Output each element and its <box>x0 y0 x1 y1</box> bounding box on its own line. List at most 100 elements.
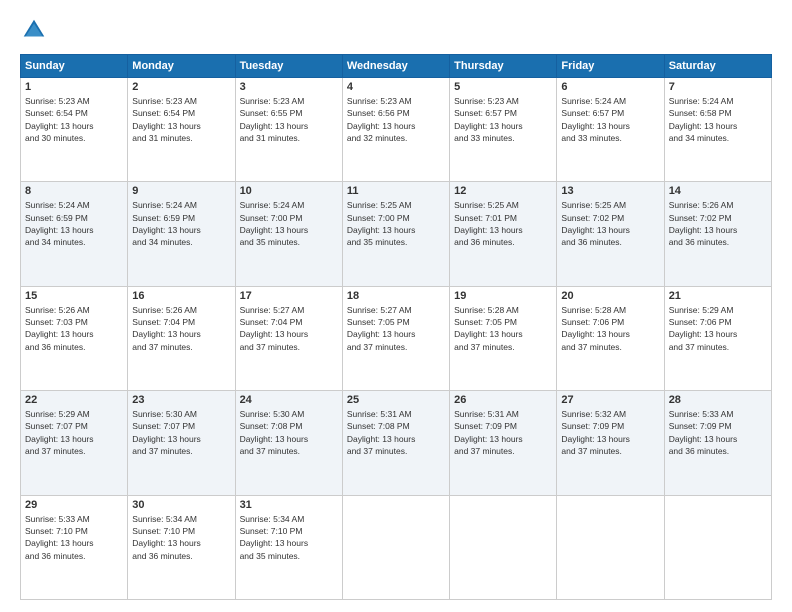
header <box>20 16 772 44</box>
calendar-week-5: 29 Sunrise: 5:33 AM Sunset: 7:10 PM Dayli… <box>21 495 772 599</box>
calendar-cell-21: 21Sunrise: 5:29 AM Sunset: 7:06 PM Dayli… <box>664 286 771 390</box>
day-number: 14 <box>669 185 767 197</box>
day-number: 6 <box>561 81 659 93</box>
day-number: 19 <box>454 290 552 302</box>
calendar-cell-2: 2 Sunrise: 5:23 AM Sunset: 6:54 PM Daylig… <box>128 78 235 182</box>
cell-content: Sunrise: 5:27 AM Sunset: 7:05 PM Dayligh… <box>347 304 445 353</box>
calendar-cell-5: 5 Sunrise: 5:23 AM Sunset: 6:57 PM Daylig… <box>450 78 557 182</box>
calendar-header-tuesday: Tuesday <box>235 55 342 78</box>
calendar-cell-7: 7Sunrise: 5:24 AM Sunset: 6:58 PM Daylig… <box>664 78 771 182</box>
day-number: 27 <box>561 394 659 406</box>
calendar-cell-25: 25 Sunrise: 5:31 AM Sunset: 7:08 PM Dayli… <box>342 391 449 495</box>
cell-content: Sunrise: 5:23 AM Sunset: 6:57 PM Dayligh… <box>454 95 552 144</box>
day-number: 1 <box>25 81 123 93</box>
calendar-header-row: SundayMondayTuesdayWednesdayThursdayFrid… <box>21 55 772 78</box>
calendar-table: SundayMondayTuesdayWednesdayThursdayFrid… <box>20 54 772 600</box>
day-number: 25 <box>347 394 445 406</box>
day-number: 4 <box>347 81 445 93</box>
logo-icon <box>20 16 48 44</box>
cell-content: Sunrise: 5:24 AM Sunset: 6:57 PM Dayligh… <box>561 95 659 144</box>
calendar-week-2: 8 Sunrise: 5:24 AM Sunset: 6:59 PM Daylig… <box>21 182 772 286</box>
day-number: 2 <box>132 81 230 93</box>
cell-content: Sunrise: 5:32 AM Sunset: 7:09 PM Dayligh… <box>561 408 659 457</box>
calendar-cell-24: 24Sunrise: 5:30 AM Sunset: 7:08 PM Dayli… <box>235 391 342 495</box>
day-number: 20 <box>561 290 659 302</box>
cell-content: Sunrise: 5:29 AM Sunset: 7:07 PM Dayligh… <box>25 408 123 457</box>
calendar-week-1: 1 Sunrise: 5:23 AM Sunset: 6:54 PM Daylig… <box>21 78 772 182</box>
day-number: 10 <box>240 185 338 197</box>
day-number: 30 <box>132 499 230 511</box>
calendar-cell-3: 3 Sunrise: 5:23 AM Sunset: 6:55 PM Daylig… <box>235 78 342 182</box>
day-number: 17 <box>240 290 338 302</box>
day-number: 31 <box>240 499 338 511</box>
calendar-cell-1: 1 Sunrise: 5:23 AM Sunset: 6:54 PM Daylig… <box>21 78 128 182</box>
calendar-cell-15: 15Sunrise: 5:26 AM Sunset: 7:03 PM Dayli… <box>21 286 128 390</box>
calendar-cell-empty <box>342 495 449 599</box>
calendar-cell-22: 22 Sunrise: 5:29 AM Sunset: 7:07 PM Dayli… <box>21 391 128 495</box>
cell-content: Sunrise: 5:33 AM Sunset: 7:10 PM Dayligh… <box>25 513 123 562</box>
cell-content: Sunrise: 5:23 AM Sunset: 6:54 PM Dayligh… <box>25 95 123 144</box>
cell-content: Sunrise: 5:31 AM Sunset: 7:08 PM Dayligh… <box>347 408 445 457</box>
day-number: 8 <box>25 185 123 197</box>
cell-content: Sunrise: 5:24 AM Sunset: 6:58 PM Dayligh… <box>669 95 767 144</box>
cell-content: Sunrise: 5:23 AM Sunset: 6:56 PM Dayligh… <box>347 95 445 144</box>
calendar-week-4: 22 Sunrise: 5:29 AM Sunset: 7:07 PM Dayli… <box>21 391 772 495</box>
cell-content: Sunrise: 5:28 AM Sunset: 7:05 PM Dayligh… <box>454 304 552 353</box>
cell-content: Sunrise: 5:25 AM Sunset: 7:01 PM Dayligh… <box>454 199 552 248</box>
cell-content: Sunrise: 5:30 AM Sunset: 7:07 PM Dayligh… <box>132 408 230 457</box>
calendar-cell-26: 26 Sunrise: 5:31 AM Sunset: 7:09 PM Dayli… <box>450 391 557 495</box>
cell-content: Sunrise: 5:34 AM Sunset: 7:10 PM Dayligh… <box>132 513 230 562</box>
cell-content: Sunrise: 5:27 AM Sunset: 7:04 PM Dayligh… <box>240 304 338 353</box>
cell-content: Sunrise: 5:33 AM Sunset: 7:09 PM Dayligh… <box>669 408 767 457</box>
calendar-header-sunday: Sunday <box>21 55 128 78</box>
cell-content: Sunrise: 5:24 AM Sunset: 6:59 PM Dayligh… <box>132 199 230 248</box>
calendar-cell-empty <box>557 495 664 599</box>
day-number: 28 <box>669 394 767 406</box>
calendar-cell-30: 30 Sunrise: 5:34 AM Sunset: 7:10 PM Dayli… <box>128 495 235 599</box>
day-number: 29 <box>25 499 123 511</box>
calendar-cell-27: 27 Sunrise: 5:32 AM Sunset: 7:09 PM Dayli… <box>557 391 664 495</box>
cell-content: Sunrise: 5:28 AM Sunset: 7:06 PM Dayligh… <box>561 304 659 353</box>
day-number: 3 <box>240 81 338 93</box>
day-number: 13 <box>561 185 659 197</box>
day-number: 26 <box>454 394 552 406</box>
calendar-cell-23: 23 Sunrise: 5:30 AM Sunset: 7:07 PM Dayli… <box>128 391 235 495</box>
day-number: 11 <box>347 185 445 197</box>
day-number: 23 <box>132 394 230 406</box>
cell-content: Sunrise: 5:24 AM Sunset: 6:59 PM Dayligh… <box>25 199 123 248</box>
cell-content: Sunrise: 5:25 AM Sunset: 7:00 PM Dayligh… <box>347 199 445 248</box>
calendar-week-3: 15Sunrise: 5:26 AM Sunset: 7:03 PM Dayli… <box>21 286 772 390</box>
cell-content: Sunrise: 5:31 AM Sunset: 7:09 PM Dayligh… <box>454 408 552 457</box>
day-number: 24 <box>240 394 338 406</box>
day-number: 22 <box>25 394 123 406</box>
cell-content: Sunrise: 5:25 AM Sunset: 7:02 PM Dayligh… <box>561 199 659 248</box>
calendar-cell-16: 16 Sunrise: 5:26 AM Sunset: 7:04 PM Dayli… <box>128 286 235 390</box>
day-number: 9 <box>132 185 230 197</box>
calendar-cell-20: 20 Sunrise: 5:28 AM Sunset: 7:06 PM Dayli… <box>557 286 664 390</box>
calendar-cell-6: 6 Sunrise: 5:24 AM Sunset: 6:57 PM Daylig… <box>557 78 664 182</box>
calendar-header-saturday: Saturday <box>664 55 771 78</box>
calendar-header-wednesday: Wednesday <box>342 55 449 78</box>
cell-content: Sunrise: 5:26 AM Sunset: 7:04 PM Dayligh… <box>132 304 230 353</box>
calendar-cell-29: 29 Sunrise: 5:33 AM Sunset: 7:10 PM Dayli… <box>21 495 128 599</box>
calendar-cell-18: 18Sunrise: 5:27 AM Sunset: 7:05 PM Dayli… <box>342 286 449 390</box>
day-number: 12 <box>454 185 552 197</box>
page: SundayMondayTuesdayWednesdayThursdayFrid… <box>0 0 792 612</box>
cell-content: Sunrise: 5:24 AM Sunset: 7:00 PM Dayligh… <box>240 199 338 248</box>
calendar-cell-19: 19 Sunrise: 5:28 AM Sunset: 7:05 PM Dayli… <box>450 286 557 390</box>
cell-content: Sunrise: 5:23 AM Sunset: 6:54 PM Dayligh… <box>132 95 230 144</box>
day-number: 16 <box>132 290 230 302</box>
calendar-cell-8: 8 Sunrise: 5:24 AM Sunset: 6:59 PM Daylig… <box>21 182 128 286</box>
cell-content: Sunrise: 5:26 AM Sunset: 7:02 PM Dayligh… <box>669 199 767 248</box>
cell-content: Sunrise: 5:34 AM Sunset: 7:10 PM Dayligh… <box>240 513 338 562</box>
day-number: 5 <box>454 81 552 93</box>
calendar-cell-28: 28 Sunrise: 5:33 AM Sunset: 7:09 PM Dayli… <box>664 391 771 495</box>
cell-content: Sunrise: 5:23 AM Sunset: 6:55 PM Dayligh… <box>240 95 338 144</box>
cell-content: Sunrise: 5:29 AM Sunset: 7:06 PM Dayligh… <box>669 304 767 353</box>
calendar-cell-9: 9 Sunrise: 5:24 AM Sunset: 6:59 PM Daylig… <box>128 182 235 286</box>
calendar-cell-12: 12 Sunrise: 5:25 AM Sunset: 7:01 PM Dayli… <box>450 182 557 286</box>
calendar-cell-14: 14 Sunrise: 5:26 AM Sunset: 7:02 PM Dayli… <box>664 182 771 286</box>
logo <box>20 16 52 44</box>
calendar-cell-17: 17 Sunrise: 5:27 AM Sunset: 7:04 PM Dayli… <box>235 286 342 390</box>
calendar-header-thursday: Thursday <box>450 55 557 78</box>
